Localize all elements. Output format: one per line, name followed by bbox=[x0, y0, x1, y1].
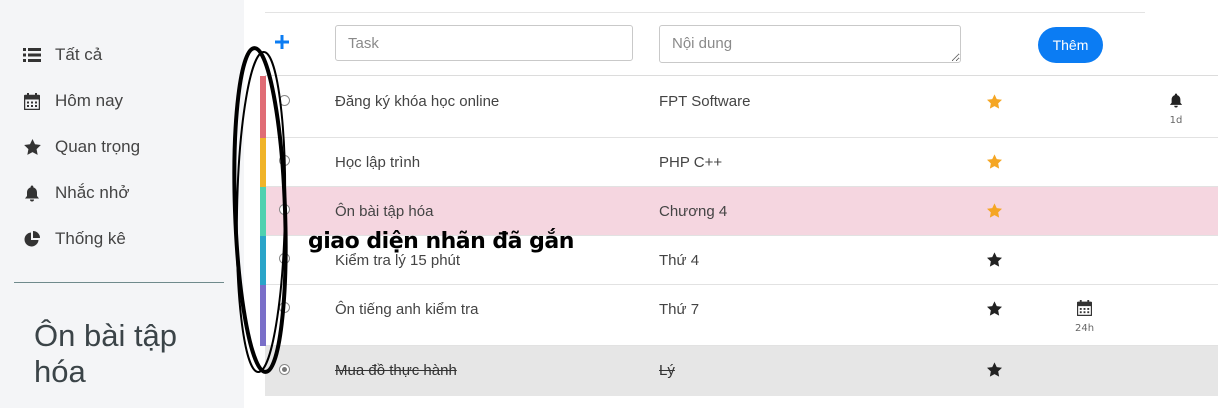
add-task-button[interactable]: Thêm bbox=[1038, 27, 1103, 63]
sidebar-item-today[interactable]: Hôm nay bbox=[22, 87, 123, 115]
sidebar-item-important[interactable]: Quan trọng bbox=[22, 133, 140, 161]
task-input[interactable] bbox=[335, 25, 633, 61]
task-content: Lý bbox=[659, 362, 675, 379]
calendar-icon bbox=[22, 91, 42, 111]
annotation-ellipse bbox=[232, 46, 288, 374]
task-content: Thứ 7 bbox=[659, 301, 700, 318]
list-icon bbox=[22, 45, 42, 65]
bell-icon bbox=[1169, 93, 1183, 113]
current-list-title: Ôn bài tập hóa bbox=[34, 318, 178, 389]
table-row[interactable]: Đăng ký khóa học online FPT Software 1d bbox=[265, 76, 1218, 138]
task-content: Chương 4 bbox=[659, 203, 728, 220]
star-icon[interactable] bbox=[987, 154, 1002, 169]
task-title: Ôn tiếng anh kiểm tra bbox=[335, 301, 479, 318]
sidebar: Tất cả Hôm nay Quan trọng Nhắc nhở Thống… bbox=[0, 0, 244, 408]
task-content: FPT Software bbox=[659, 93, 751, 110]
sidebar-item-label: Hôm nay bbox=[55, 91, 124, 110]
calendar-icon bbox=[1076, 300, 1093, 321]
task-title: Mua đồ thực hành bbox=[335, 362, 457, 379]
sidebar-item-label: Tất cả bbox=[55, 45, 103, 64]
star-icon[interactable] bbox=[987, 301, 1002, 316]
content-textarea[interactable] bbox=[659, 25, 961, 63]
sidebar-item-label: Nhắc nhở bbox=[55, 183, 130, 202]
task-title: Ôn bài tập hóa bbox=[335, 203, 434, 220]
sidebar-item-label: Quan trọng bbox=[55, 137, 141, 156]
star-icon[interactable] bbox=[987, 252, 1002, 267]
star-icon[interactable] bbox=[987, 203, 1002, 218]
star-icon bbox=[22, 137, 42, 157]
due-indicator[interactable]: 24h bbox=[1075, 300, 1094, 334]
pie-chart-icon bbox=[22, 229, 42, 249]
star-icon[interactable] bbox=[987, 94, 1002, 109]
reminder-indicator[interactable]: 1d bbox=[1169, 93, 1183, 126]
sidebar-item-reminders[interactable]: Nhắc nhở bbox=[22, 179, 129, 207]
table-row[interactable]: Học lập trình PHP C++ bbox=[265, 138, 1218, 187]
sidebar-item-statistics[interactable]: Thống kê bbox=[22, 225, 126, 253]
table-row[interactable]: Mua đồ thực hành Lý bbox=[265, 346, 1218, 396]
sidebar-divider bbox=[14, 282, 224, 283]
sidebar-item-all[interactable]: Tất cả bbox=[22, 41, 102, 69]
sidebar-item-label: Thống kê bbox=[55, 229, 126, 248]
task-title: Kiểm tra lý 15 phút bbox=[335, 252, 461, 269]
task-title: Học lập trình bbox=[335, 154, 421, 171]
reminder-label: 1d bbox=[1169, 115, 1183, 126]
top-divider bbox=[265, 12, 1145, 13]
task-content: PHP C++ bbox=[659, 154, 723, 171]
bell-icon bbox=[22, 183, 42, 203]
star-icon[interactable] bbox=[987, 362, 1002, 377]
table-row[interactable]: Ôn tiếng anh kiểm tra Thứ 7 24h bbox=[265, 285, 1218, 346]
annotation-text: giao diện nhãn đã gắn bbox=[308, 229, 574, 254]
task-title: Đăng ký khóa học online bbox=[335, 93, 500, 110]
task-content: Thứ 4 bbox=[659, 252, 700, 269]
due-label: 24h bbox=[1075, 323, 1095, 334]
